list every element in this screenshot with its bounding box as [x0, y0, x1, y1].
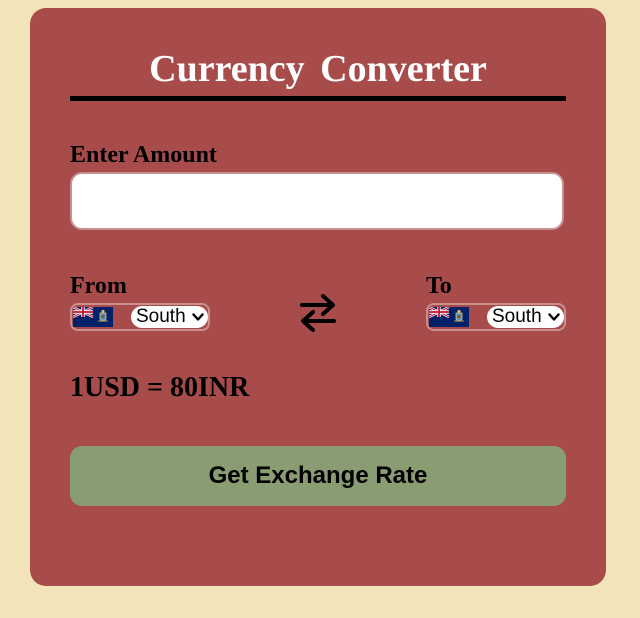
exchange-rate-result: 1USD = 80INR: [70, 372, 250, 403]
south-georgia-flag-icon: [73, 307, 113, 327]
swap-arrows-icon[interactable]: [298, 291, 338, 335]
title-underline: [70, 96, 566, 101]
to-selected-value: South: [492, 306, 542, 327]
from-currency-select: South: [70, 303, 210, 331]
get-exchange-rate-button[interactable]: Get Exchange Rate: [70, 446, 566, 506]
to-currency-select: South: [426, 303, 566, 331]
from-selected-value: South: [136, 306, 186, 327]
page-title: Currency Converter: [149, 48, 487, 90]
to-label: To: [426, 273, 452, 299]
converter-card: Currency Converter Enter Amount From Sou…: [30, 8, 606, 586]
amount-label: Enter Amount: [70, 142, 217, 168]
south-georgia-flag-icon: [429, 307, 469, 327]
chevron-down-icon: [548, 313, 560, 321]
to-country-dropdown[interactable]: South: [487, 306, 564, 328]
chevron-down-icon: [192, 313, 204, 321]
amount-input[interactable]: [70, 172, 564, 230]
from-label: From: [70, 273, 127, 299]
from-country-dropdown[interactable]: South: [131, 306, 208, 328]
